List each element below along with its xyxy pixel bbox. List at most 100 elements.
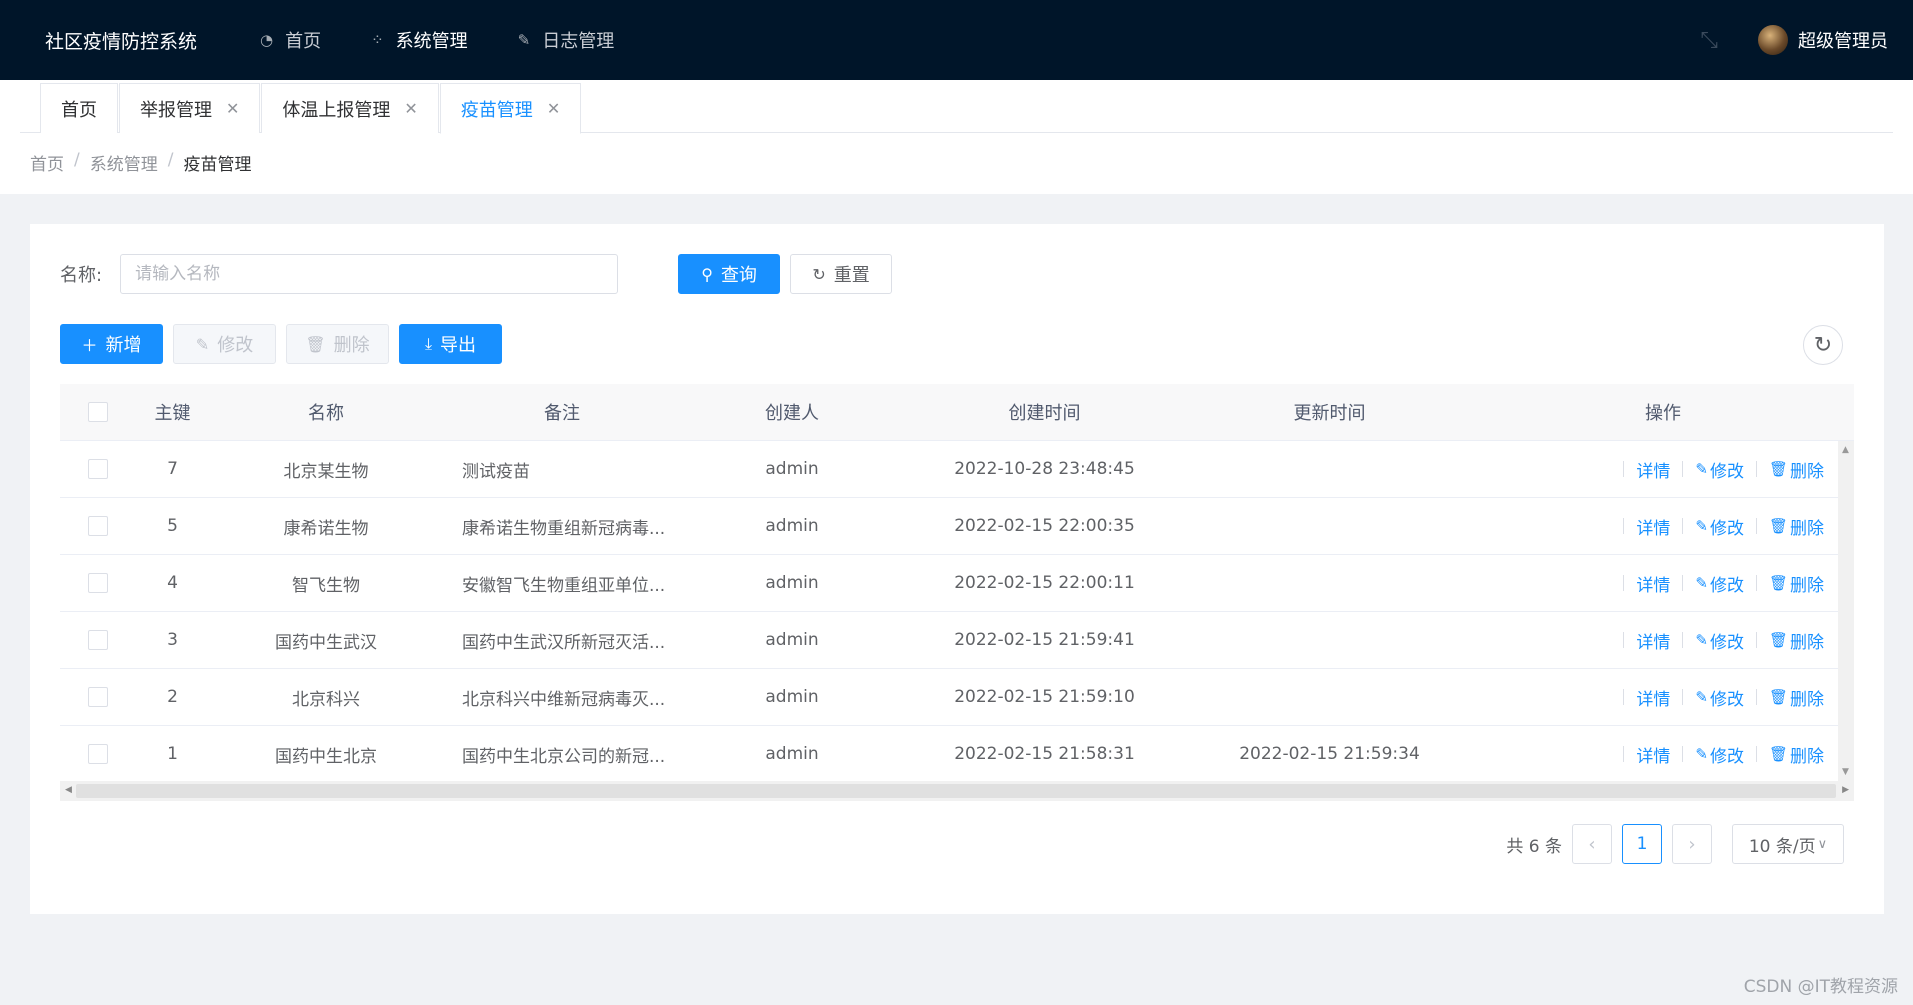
cell-creator: admin xyxy=(765,744,819,764)
table-row[interactable]: 5 康希诺生物 康希诺生物重组新冠病毒... admin 2022-02-15 22:0… xyxy=(60,498,1854,555)
refresh-icon: ↻ xyxy=(812,264,826,284)
cell-created-time: 2022-02-15 21:59:41 xyxy=(954,630,1135,650)
nav-item-log[interactable]: ✎ 日志管理 xyxy=(518,27,615,53)
header-area: 首页 举报管理 ✕ 体温上报管理 ✕ 疫苗管理 ✕ 首页 / 系统管理 / 疫苗… xyxy=(0,80,1913,194)
tab-home[interactable]: 首页 xyxy=(40,83,118,133)
export-button[interactable]: ⤓ 导出 xyxy=(399,324,502,364)
table-row[interactable]: 1 国药中生北京 国药中生北京公司的新冠... admin 2022-02-15 21:… xyxy=(60,726,1854,783)
export-button-label: 导出 xyxy=(440,335,477,356)
detail-link[interactable]: 详情 xyxy=(1636,457,1670,482)
cell-created-time: 2022-02-15 21:59:10 xyxy=(954,687,1135,707)
page-size-select[interactable]: 10 条/页 ∨ xyxy=(1732,824,1844,864)
tab-report[interactable]: 举报管理 ✕ xyxy=(119,83,261,133)
scroll-up-icon[interactable]: ▲ xyxy=(1842,445,1849,455)
table-header: 主键 名称 备注 创建人 创建时间 更新时间 操作 xyxy=(60,384,1854,441)
refresh-icon: ↻ xyxy=(1813,332,1833,358)
row-delete-link[interactable]: 🗑 删除 xyxy=(1769,685,1824,710)
row-delete-link[interactable]: 🗑 删除 xyxy=(1769,457,1824,482)
detail-link[interactable]: 详情 xyxy=(1636,685,1670,710)
table-row[interactable]: 4 智飞生物 安徽智飞生物重组亚单位... admin 2022-02-15 22:00… xyxy=(60,555,1854,612)
add-button[interactable]: ＋ 新增 xyxy=(60,324,163,364)
trash-icon: 🗑 xyxy=(305,334,326,354)
detail-link[interactable]: 详情 xyxy=(1636,628,1670,653)
avatar[interactable] xyxy=(1758,25,1788,55)
table-row[interactable]: 2 北京科兴 北京科兴中维新冠病毒灭... admin 2022-02-15 21:59… xyxy=(60,669,1854,726)
query-button[interactable]: ⚲ 查询 xyxy=(678,254,781,294)
breadcrumb-item[interactable]: 系统管理 xyxy=(90,150,158,175)
chevron-right-icon: › xyxy=(1688,833,1696,855)
nav-item-label: 系统管理 xyxy=(395,31,468,52)
horizontal-scrollbar[interactable]: ◀ ▶ xyxy=(60,781,1854,801)
detail-link[interactable]: 详情 xyxy=(1636,742,1670,767)
scrollbar-thumb[interactable] xyxy=(76,784,1836,798)
delete-button[interactable]: 🗑 删除 xyxy=(286,324,389,364)
scroll-down-icon[interactable]: ▼ xyxy=(1842,767,1849,777)
app-title: 社区疫情防控系统 xyxy=(45,30,198,53)
row-checkbox[interactable] xyxy=(87,459,108,479)
row-edit-link[interactable]: ✎ 修改 xyxy=(1695,571,1744,596)
divider xyxy=(1755,689,1757,705)
edit-icon: ✎ xyxy=(195,334,210,354)
cell-creator: admin xyxy=(765,687,819,707)
scroll-left-icon[interactable]: ◀ xyxy=(65,785,72,795)
column-header: 创建时间 xyxy=(1008,403,1081,424)
table-row[interactable]: 7 北京某生物 测试疫苗 admin 2022-10-28 23:48:45 详情 ✎ 修改 🗑… xyxy=(60,441,1854,498)
row-delete-link[interactable]: 🗑 删除 xyxy=(1769,742,1824,767)
detail-link[interactable]: 详情 xyxy=(1636,571,1670,596)
next-page-button[interactable]: › xyxy=(1672,824,1712,864)
edit-icon: ✎ xyxy=(1695,517,1708,535)
breadcrumb-item[interactable]: 首页 xyxy=(30,150,64,175)
row-edit-link[interactable]: ✎ 修改 xyxy=(1695,742,1744,767)
nav-item-label: 日志管理 xyxy=(542,31,615,52)
page-number[interactable]: 1 xyxy=(1622,824,1662,864)
close-icon[interactable]: ✕ xyxy=(226,99,239,118)
reset-button-label: 重置 xyxy=(833,265,870,286)
close-icon[interactable]: ✕ xyxy=(404,99,417,118)
detail-link[interactable]: 详情 xyxy=(1636,514,1670,539)
row-checkbox[interactable] xyxy=(87,687,108,707)
row-checkbox[interactable] xyxy=(87,573,108,593)
close-icon[interactable]: ✕ xyxy=(547,99,560,118)
select-all-checkbox[interactable] xyxy=(87,402,108,422)
nav-item-system[interactable]: ⁘ 系统管理 xyxy=(371,27,468,53)
row-select xyxy=(60,630,135,650)
trash-icon: 🗑 xyxy=(1768,688,1788,706)
row-edit-link[interactable]: ✎ 修改 xyxy=(1695,457,1744,482)
cell-creator: admin xyxy=(765,573,819,593)
name-search-input[interactable] xyxy=(120,254,619,294)
row-edit-link[interactable]: ✎ 修改 xyxy=(1695,628,1744,653)
table-row[interactable]: 3 国药中生武汉 国药中生武汉所新冠灭活... admin 2022-02-15 21:… xyxy=(60,612,1854,669)
tab-vaccine[interactable]: 疫苗管理 ✕ xyxy=(439,83,582,134)
cell-id: 3 xyxy=(167,630,178,650)
row-edit-label: 修改 xyxy=(1709,575,1744,596)
tab-temperature[interactable]: 体温上报管理 ✕ xyxy=(261,83,439,133)
refresh-table-button[interactable]: ↻ xyxy=(1803,325,1843,365)
page-size-value: 10 条/页 xyxy=(1748,836,1816,857)
row-delete-link[interactable]: 🗑 删除 xyxy=(1769,571,1824,596)
row-delete-link[interactable]: 🗑 删除 xyxy=(1769,628,1824,653)
row-delete-link[interactable]: 🗑 删除 xyxy=(1769,514,1824,539)
nav-item-home[interactable]: ◔ 首页 xyxy=(260,27,321,53)
edit-icon: ✎ xyxy=(1695,745,1708,763)
row-delete-label: 删除 xyxy=(1790,461,1824,482)
edit-log-icon: ✎ xyxy=(517,31,531,49)
scroll-right-icon[interactable]: ▶ xyxy=(1842,785,1849,795)
prev-page-button[interactable]: ‹ xyxy=(1572,824,1612,864)
cell-remark: 北京科兴中维新冠病毒灭... xyxy=(462,689,666,710)
row-edit-link[interactable]: ✎ 修改 xyxy=(1695,685,1744,710)
row-checkbox[interactable] xyxy=(87,630,108,650)
row-edit-link[interactable]: ✎ 修改 xyxy=(1695,514,1744,539)
user-name[interactable]: 超级管理员 xyxy=(1798,27,1888,53)
cell-name: 国药中生北京 xyxy=(275,746,377,767)
cell-name: 北京某生物 xyxy=(283,461,369,482)
divider xyxy=(1755,518,1757,534)
edit-button[interactable]: ✎ 修改 xyxy=(173,324,276,364)
vertical-scrollbar[interactable]: ▲ ▼ xyxy=(1838,441,1854,781)
row-checkbox[interactable] xyxy=(87,744,108,764)
divider xyxy=(1682,518,1684,534)
reset-button[interactable]: ↻ 重置 xyxy=(790,254,893,294)
detail-link-label: 详情 xyxy=(1636,461,1671,482)
row-edit-label: 修改 xyxy=(1709,746,1744,767)
row-checkbox[interactable] xyxy=(87,516,108,536)
fullscreen-icon[interactable]: ⤡ xyxy=(1700,28,1718,53)
